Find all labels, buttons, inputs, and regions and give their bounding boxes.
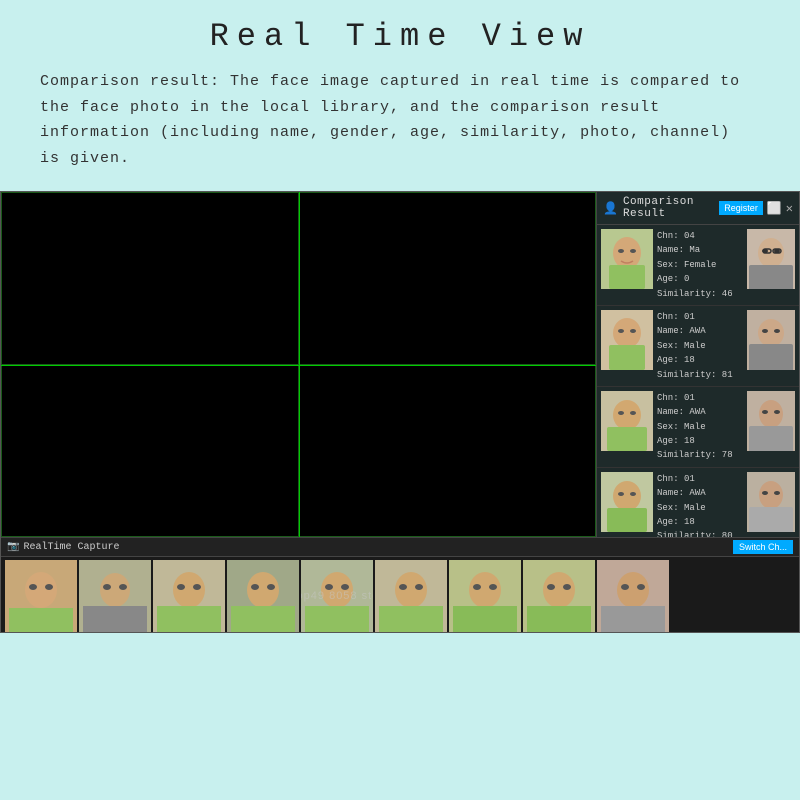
realtime-label-row: 📷 RealTime Capture	[7, 541, 119, 553]
register-button[interactable]: Register	[719, 201, 763, 215]
people-icon: 👤	[603, 201, 618, 216]
comparison-info-1: Chn: 04 Name: Ma Sex: Female Age: 0 Simi…	[657, 229, 743, 301]
ref-thumb-3	[747, 391, 795, 451]
bottom-bar-header: 📷 RealTime Capture Switch Ch...	[1, 538, 799, 557]
comparison-item-4: Chn: 01 Name: AWA Sex: Male Age: 18 Simi…	[597, 468, 799, 537]
capture-thumb-3	[601, 391, 653, 451]
header-section: Real Time View Comparison result: The fa…	[0, 0, 800, 181]
strip-thumb-1[interactable]	[5, 560, 77, 632]
header-actions: Register ⬜ ✕	[719, 201, 793, 216]
main-content: 👤 Comparison Result Register ⬜ ✕	[1, 192, 799, 537]
minimize-icon[interactable]: ⬜	[767, 201, 782, 216]
page-title: Real Time View	[30, 18, 770, 55]
comparison-title: Comparison Result	[623, 196, 719, 220]
strip-thumb-2[interactable]	[79, 560, 151, 632]
switch-channel-button[interactable]: Switch Ch...	[733, 540, 793, 554]
video-cell-tr	[299, 192, 597, 365]
strip-thumb-5[interactable]: shop49 8058 store	[301, 560, 373, 632]
strip-thumb-3[interactable]	[153, 560, 225, 632]
strip-thumb-6[interactable]	[375, 560, 447, 632]
video-grid	[1, 192, 596, 537]
video-cell-tl	[1, 192, 299, 365]
close-icon[interactable]: ✕	[786, 201, 793, 216]
video-cell-bl	[1, 365, 299, 538]
bottom-bar: 📷 RealTime Capture Switch Ch...	[1, 537, 799, 632]
strip-thumb-8[interactable]	[523, 560, 595, 632]
strip-thumb-4[interactable]	[227, 560, 299, 632]
thumbnail-strip: shop49 8058 store	[1, 557, 799, 635]
comparison-item-1: Chn: 04 Name: Ma Sex: Female Age: 0 Simi…	[597, 225, 799, 306]
comparison-panel: 👤 Comparison Result Register ⬜ ✕	[596, 192, 799, 537]
comparison-list: Chn: 04 Name: Ma Sex: Female Age: 0 Simi…	[597, 225, 799, 537]
strip-thumb-9[interactable]	[597, 560, 669, 632]
comparison-info-4: Chn: 01 Name: AWA Sex: Male Age: 18 Simi…	[657, 472, 743, 537]
ref-thumb-2	[747, 310, 795, 370]
comparison-info-2: Chn: 01 Name: AWA Sex: Male Age: 18 Simi…	[657, 310, 743, 382]
page-description: Comparison result: The face image captur…	[30, 69, 770, 171]
ref-thumb-4	[747, 472, 795, 532]
realtime-label: RealTime Capture	[23, 542, 119, 553]
capture-thumb-4	[601, 472, 653, 532]
comparison-header: 👤 Comparison Result Register ⬜ ✕	[597, 192, 799, 225]
app-window: 👤 Comparison Result Register ⬜ ✕	[0, 191, 800, 633]
video-cell-br	[299, 365, 597, 538]
strip-thumb-7[interactable]	[449, 560, 521, 632]
comparison-info-3: Chn: 01 Name: AWA Sex: Male Age: 18 Simi…	[657, 391, 743, 463]
comparison-item-3: Chn: 01 Name: AWA Sex: Male Age: 18 Simi…	[597, 387, 799, 468]
capture-thumb-2	[601, 310, 653, 370]
capture-thumb-1	[601, 229, 653, 289]
camera-icon: 📷	[7, 541, 19, 553]
video-area	[1, 192, 596, 537]
ref-thumb-1	[747, 229, 795, 289]
comparison-title-row: 👤 Comparison Result	[603, 196, 719, 220]
comparison-item-2: Chn: 01 Name: AWA Sex: Male Age: 18 Simi…	[597, 306, 799, 387]
